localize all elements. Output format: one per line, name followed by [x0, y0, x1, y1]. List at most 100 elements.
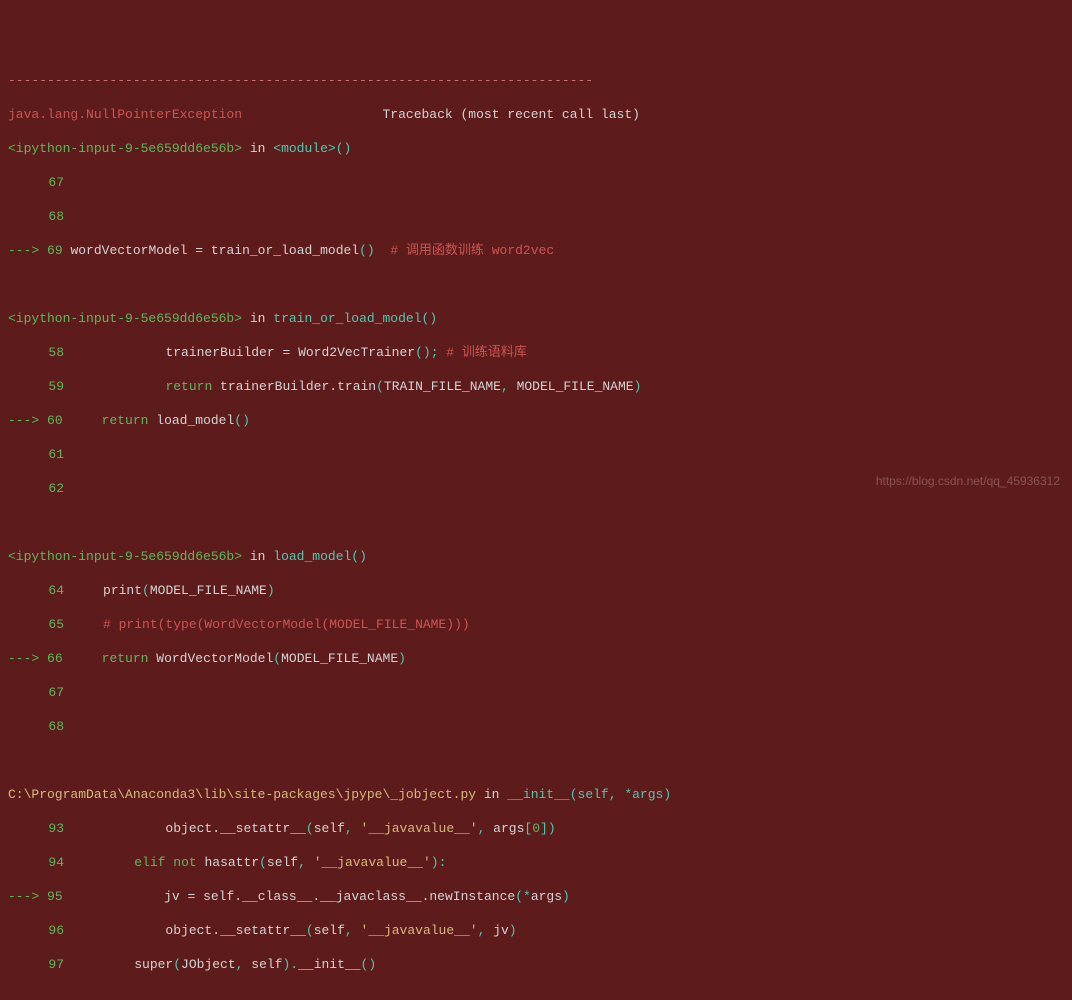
lineno: 61 [16, 446, 64, 463]
exception-header: java.lang.NullPointerException Traceback… [8, 106, 1064, 123]
comma: , [345, 923, 353, 938]
dot: . [422, 889, 430, 904]
code-line-60: ---> 60 return load_model() [8, 412, 1064, 429]
frame3-header: <ipython-input-9-5e659dd6e56b> in load_m… [8, 548, 1064, 565]
arg: self [314, 923, 345, 938]
attr: __javaclass__ [320, 889, 421, 904]
lineno: 96 [16, 922, 64, 939]
frame-file: <ipython-input-9-5e659dd6e56b> [8, 311, 242, 326]
blank [8, 990, 1064, 1000]
frame-loc: __init__ [507, 787, 569, 802]
fn: load_model [148, 413, 234, 428]
attr: __class__ [242, 889, 312, 904]
var: jv [70, 889, 187, 904]
code-line-67b: 67 [8, 684, 1064, 701]
dot: . [329, 379, 337, 394]
dot: . [234, 889, 242, 904]
dot: . [312, 889, 320, 904]
method: __setattr__ [220, 821, 306, 836]
separator: ----------------------------------------… [8, 72, 1064, 89]
frame4-header: C:\ProgramData\Anaconda3\lib\site-packag… [8, 786, 1064, 803]
method: newInstance [429, 889, 515, 904]
args: (self, *args) [570, 787, 671, 802]
code-line-65: 65 # print(type(WordVectorModel(MODEL_FI… [8, 616, 1064, 633]
paren: ( [306, 923, 314, 938]
comma: , [501, 379, 509, 394]
comma: , [345, 821, 353, 836]
code-line-59: 59 return trainerBuilder.train(TRAIN_FIL… [8, 378, 1064, 395]
lineno: 93 [16, 820, 64, 837]
arrow-icon: ---> [8, 651, 47, 666]
var: trainerBuilder [72, 345, 283, 360]
paren: ( [273, 651, 281, 666]
fn: super [72, 957, 173, 972]
op: = [195, 243, 203, 258]
paren: (); [415, 345, 438, 360]
fn: hasattr [197, 855, 259, 870]
frame-file: <ipython-input-9-5e659dd6e56b> [8, 141, 242, 156]
self: self [195, 889, 234, 904]
traceback-label: Traceback (most recent call last) [382, 107, 639, 122]
code-line-61: 61 [8, 446, 1064, 463]
lineno: 59 [16, 378, 64, 395]
cls: WordVectorModel [148, 651, 273, 666]
in-kw: in [250, 549, 266, 564]
code-line-68b: 68 [8, 718, 1064, 735]
paren: () [351, 549, 367, 564]
obj: object [72, 923, 212, 938]
paren: ) [398, 651, 406, 666]
kw: return [102, 413, 149, 428]
exception-name: java.lang.NullPointerException [8, 107, 242, 122]
blank [8, 514, 1064, 531]
arg: args [485, 821, 524, 836]
str: '__javavalue__' [306, 855, 431, 870]
fn: train_or_load_model [203, 243, 359, 258]
paren: () [361, 957, 377, 972]
lineno: 65 [16, 616, 64, 633]
cls: JObject [181, 957, 236, 972]
lineno: 68 [16, 718, 64, 735]
paren: ) [562, 889, 570, 904]
paren: () [234, 413, 250, 428]
lineno: 58 [16, 344, 64, 361]
comma: , [298, 855, 306, 870]
code-line-68: 68 [8, 208, 1064, 225]
code-line-66: ---> 66 return WordVectorModel(MODEL_FIL… [8, 650, 1064, 667]
code-line-94: 94 elif not hasattr(self, '__javavalue__… [8, 854, 1064, 871]
comment: # print(type(WordVectorModel(MODEL_FILE_… [72, 617, 470, 632]
lineno: 95 [47, 889, 63, 904]
indent [72, 379, 166, 394]
arg: MODEL_FILE_NAME [509, 379, 634, 394]
in-kw: in [476, 787, 507, 802]
method: __setattr__ [220, 923, 306, 938]
paren: ): [431, 855, 447, 870]
arg: TRAIN_FILE_NAME [384, 379, 501, 394]
paren: ) [267, 583, 275, 598]
obj: object [72, 821, 212, 836]
comma: , [478, 923, 486, 938]
paren: (* [515, 889, 531, 904]
arg: MODEL_FILE_NAME [150, 583, 267, 598]
arg: jv [485, 923, 508, 938]
frame-path: C:\ProgramData\Anaconda3\lib\site-packag… [8, 787, 476, 802]
method: __init__ [298, 957, 360, 972]
blank [8, 276, 1064, 293]
arg: MODEL_FILE_NAME [281, 651, 398, 666]
code-line-96: 96 object.__setattr__(self, '__javavalue… [8, 922, 1064, 939]
frame2-header: <ipython-input-9-5e659dd6e56b> in train_… [8, 310, 1064, 327]
lineno: 68 [16, 208, 64, 225]
lineno: 67 [16, 174, 64, 191]
paren: () [336, 141, 352, 156]
code-line-67: 67 [8, 174, 1064, 191]
arg: args [531, 889, 562, 904]
arg: self [314, 821, 345, 836]
bracket: [ [524, 821, 532, 836]
frame-loc: load_model [273, 549, 351, 564]
paren: ( [173, 957, 181, 972]
code-line-93: 93 object.__setattr__(self, '__javavalue… [8, 820, 1064, 837]
lineno: 97 [16, 956, 64, 973]
paren: () [359, 243, 375, 258]
str: '__javavalue__' [353, 821, 478, 836]
paren: ) [634, 379, 642, 394]
frame-loc: <module> [273, 141, 335, 156]
